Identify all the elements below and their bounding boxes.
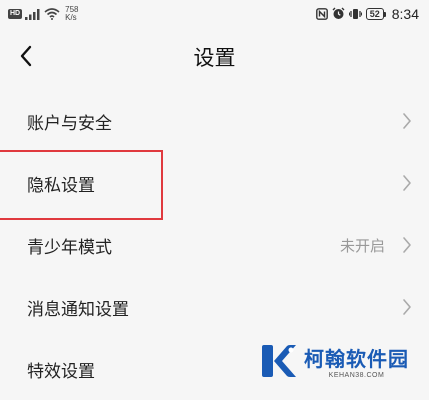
page-title: 设置: [193, 46, 236, 70]
watermark-url: KEHAN38.COM: [328, 371, 385, 379]
cell-signal-icon: [25, 5, 41, 24]
network-speed: 758 K/s: [65, 6, 78, 22]
teen-mode-status: 未开启: [339, 236, 385, 255]
settings-item-label: 特效设置: [27, 361, 95, 382]
status-time: 8:34: [391, 6, 419, 22]
alarm-icon: [332, 5, 345, 24]
chevron-right-icon: [401, 298, 413, 316]
settings-item-label: 消息通知设置: [27, 299, 129, 320]
watermark-text: 柯翰软件园 KEHAN38.COM: [304, 347, 409, 380]
settings-item-account-security[interactable]: 账户与安全: [0, 90, 429, 152]
network-speed-unit: K/s: [65, 13, 77, 22]
chevron-right-icon: [401, 174, 413, 192]
battery-icon: 52: [365, 8, 386, 20]
settings-item-teen-mode[interactable]: 青少年模式 未开启: [0, 214, 429, 276]
nfc-icon: [315, 5, 328, 24]
header: 设置: [0, 30, 429, 86]
battery-level: 52: [365, 8, 384, 20]
watermark-logo: 柯翰软件园 KEHAN38.COM: [260, 344, 409, 382]
settings-item-label: 账户与安全: [27, 113, 112, 134]
k-logo-icon: [260, 344, 298, 382]
watermark-title: 柯翰软件园: [304, 346, 409, 371]
settings-item-label: 隐私设置: [27, 175, 95, 196]
hd-badge: HD: [8, 9, 23, 19]
status-bar-left: HD 758 K/s: [8, 4, 78, 24]
vibrate-icon: [348, 5, 362, 24]
chevron-right-icon: [401, 236, 413, 254]
chevron-right-icon: [401, 112, 413, 130]
status-bar: HD 758 K/s 52 8:34: [0, 0, 429, 30]
status-bar-right: 52 8:34: [315, 5, 419, 24]
settings-item-privacy[interactable]: 隐私设置: [0, 152, 429, 214]
settings-item-label: 青少年模式: [27, 237, 112, 258]
wifi-icon: [44, 5, 60, 24]
settings-item-notifications[interactable]: 消息通知设置: [0, 276, 429, 338]
